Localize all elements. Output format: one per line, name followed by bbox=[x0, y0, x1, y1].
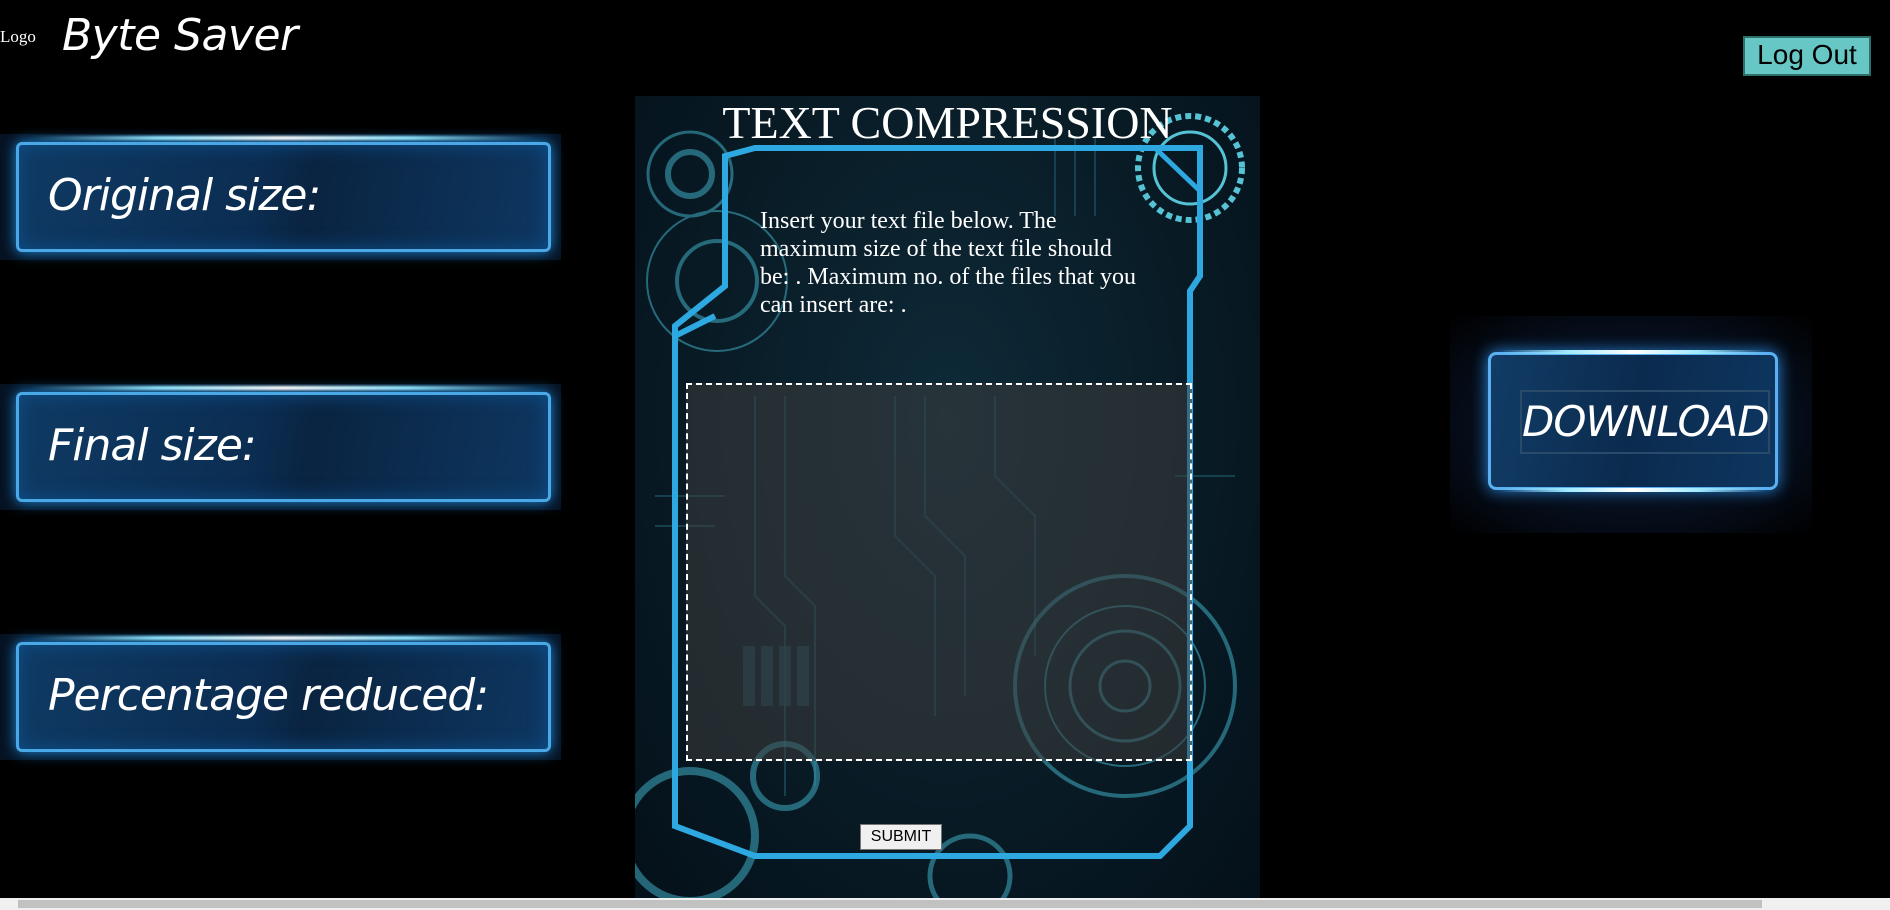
file-dropzone[interactable] bbox=[686, 383, 1192, 761]
submit-button[interactable]: SUBMIT bbox=[860, 824, 942, 850]
percentage-reduced-panel: Percentage reduced: bbox=[0, 634, 561, 760]
scrollbar-thumb[interactable] bbox=[18, 900, 1762, 908]
logo-image: Logo bbox=[0, 27, 36, 46]
page: Logo Byte Saver Log Out Original size: F… bbox=[0, 0, 1890, 910]
original-size-label: Original size: bbox=[48, 170, 321, 221]
final-size-panel: Final size: bbox=[0, 384, 561, 510]
download-panel: DOWNLOAD bbox=[1450, 316, 1812, 533]
percentage-reduced-label: Percentage reduced: bbox=[48, 670, 489, 721]
final-size-label: Final size: bbox=[48, 420, 257, 471]
original-size-panel: Original size: bbox=[0, 134, 561, 260]
download-button[interactable]: DOWNLOAD bbox=[1520, 390, 1770, 454]
brand-title: Byte Saver bbox=[62, 10, 298, 61]
compression-panel: TEXT COMPRESSION Insert your text file b… bbox=[635, 96, 1260, 910]
instructions-text: Insert your text file below. The maximum… bbox=[760, 208, 1136, 318]
logout-button[interactable]: Log Out bbox=[1743, 36, 1871, 76]
horizontal-scrollbar[interactable] bbox=[0, 898, 1890, 910]
compression-title: TEXT COMPRESSION bbox=[722, 97, 1173, 148]
